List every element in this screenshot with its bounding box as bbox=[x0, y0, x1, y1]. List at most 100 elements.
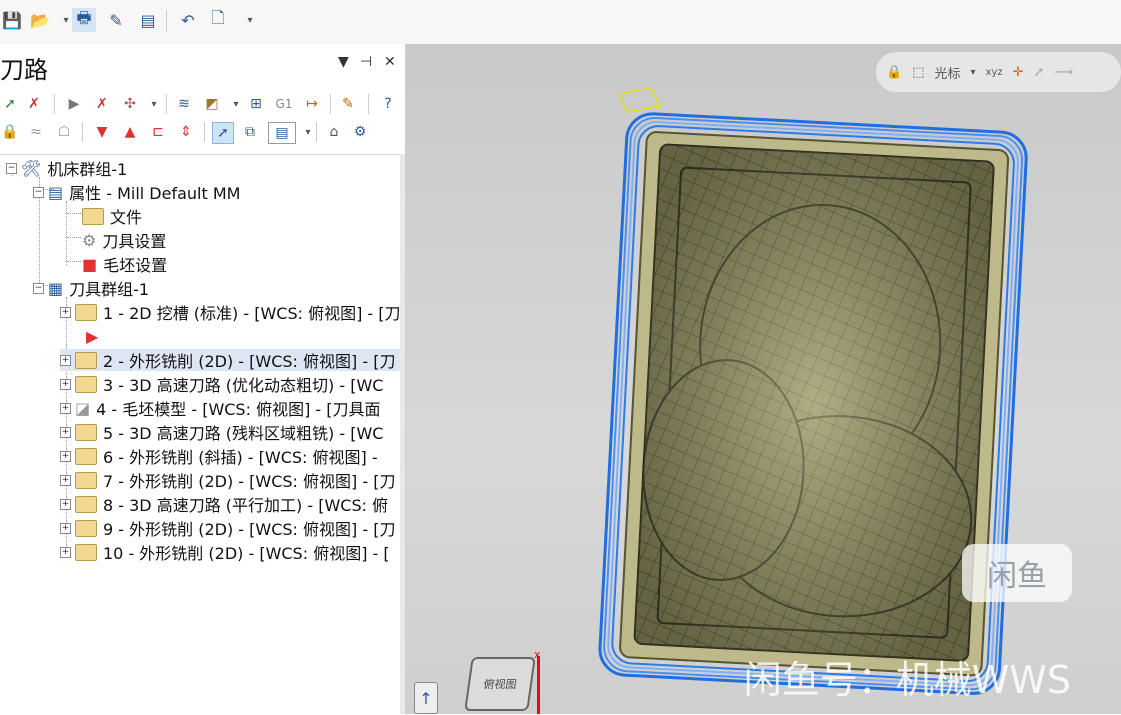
wave-icon[interactable]: ≈ bbox=[26, 122, 46, 142]
tree-item-properties[interactable]: − ▤ 属性 - Mill Default MM bbox=[33, 181, 240, 203]
tree-item-op-10[interactable]: + 10 - 外形铣削 (2D) - [WCS: 俯视图] - [ bbox=[60, 541, 390, 563]
regen-dirty-icon[interactable]: ✗ bbox=[92, 94, 112, 114]
tree-item-machine-group[interactable]: − 🛠 机床群组-1 bbox=[6, 157, 127, 179]
move-icon[interactable]: ✣ bbox=[120, 94, 140, 114]
xyz-icon[interactable]: xyz bbox=[986, 67, 1003, 78]
collapse-icon[interactable]: − bbox=[33, 282, 44, 294]
help-icon[interactable]: ? bbox=[378, 94, 398, 114]
close-icon[interactable]: ✕ bbox=[384, 54, 396, 70]
cursor-label[interactable]: 光标 bbox=[934, 63, 960, 82]
select-chain-icon[interactable]: ⟿ bbox=[1054, 65, 1073, 80]
properties-icon: ▤ bbox=[48, 182, 64, 202]
tree-item-label: 刀具群组-1 bbox=[69, 280, 150, 299]
chevron-down-icon[interactable]: ▾ bbox=[226, 94, 246, 114]
display-icon[interactable]: ⌂ bbox=[324, 122, 344, 142]
point-add-icon[interactable]: ✛ bbox=[1013, 65, 1024, 80]
folder-icon bbox=[75, 303, 97, 321]
folder-icon bbox=[75, 375, 97, 393]
expand-icon[interactable]: + bbox=[60, 306, 71, 318]
print-icon[interactable]: 🖶 bbox=[72, 8, 96, 32]
insert-icon[interactable]: ⊏ bbox=[148, 122, 168, 142]
insert-arrow[interactable]: ▶ bbox=[86, 325, 98, 347]
ghost-icon[interactable]: ☖ bbox=[54, 122, 74, 142]
save-icon[interactable]: 💾 bbox=[0, 8, 24, 32]
tree-item-op-8[interactable]: + 8 - 3D 高速刀路 (平行加工) - [WCS: 俯 bbox=[60, 493, 388, 515]
collapse-icon[interactable]: − bbox=[6, 162, 17, 174]
folder-checked-icon bbox=[75, 351, 97, 369]
tree-item-tool-settings[interactable]: ⚙ 刀具设置 bbox=[82, 229, 166, 252]
tree-item-label: 10 - 外形铣削 (2D) - [WCS: 俯视图] - [ bbox=[103, 544, 390, 563]
expand-icon[interactable]: + bbox=[60, 450, 71, 462]
tree-item-op-2[interactable]: + 2 - 外形铣削 (2D) - [WCS: 俯视图] - [刀 bbox=[60, 349, 400, 371]
cursor-icon[interactable]: ⬚ bbox=[912, 65, 924, 80]
chevron-down-icon[interactable]: ▾ bbox=[144, 94, 164, 114]
tree-item-tool-group[interactable]: − ▦ 刀具群组-1 bbox=[33, 277, 149, 299]
move-up-icon[interactable]: ▲ bbox=[120, 122, 140, 142]
graphics-viewport[interactable]: 🔒 ⬚ 光标 ▾ xyz ✛ ➚ ⟿ 闲鱼 闲鱼号：机械WWS ↑ 俯视图 x bbox=[406, 44, 1121, 714]
chevron-down-icon[interactable]: ▾ bbox=[298, 122, 318, 142]
tree-item-op-5[interactable]: + 5 - 3D 高速刀路 (残料区域粗铣) - [WC bbox=[60, 421, 383, 443]
display-options-icon[interactable]: ▤ bbox=[268, 122, 296, 144]
panel-title: 刀路 bbox=[0, 56, 48, 84]
lock-icon[interactable]: 🔒 bbox=[886, 65, 902, 80]
tree-item-label: 9 - 外形铣削 (2D) - [WCS: 俯视图] - [刀 bbox=[103, 520, 396, 539]
chevron-down-icon[interactable]: ▾ bbox=[971, 67, 976, 78]
tree-item-files[interactable]: 文件 bbox=[82, 205, 142, 227]
open-folder-icon[interactable]: 📂 bbox=[28, 8, 52, 32]
cursor-select-icon[interactable]: ➚ bbox=[212, 122, 234, 144]
view-cube[interactable]: 俯视图 bbox=[464, 657, 536, 711]
select-all-icon[interactable]: ➚ bbox=[0, 94, 20, 114]
pin-icon[interactable]: ⊣ bbox=[360, 54, 372, 70]
tree-item-op-7[interactable]: + 7 - 外形铣削 (2D) - [WCS: 俯视图] - [刀 bbox=[60, 469, 395, 491]
move-down-icon[interactable]: ▼ bbox=[92, 122, 112, 142]
expand-icon[interactable]: + bbox=[60, 402, 71, 414]
tree-item-op-6[interactable]: + 6 - 外形铣削 (斜插) - [WCS: 俯视图] - bbox=[60, 445, 378, 467]
swap-icon[interactable]: ⇕ bbox=[176, 122, 196, 142]
panel-toolbar-row-1: ➚ ✗ ▶ ✗ ✣ ▾ ≋ ◩ ▾ ⊞ G1 ↦ ✎ ? bbox=[0, 92, 405, 116]
tree-item-op-3[interactable]: + 3 - 3D 高速刀路 (优化动态粗切) - [WC bbox=[60, 373, 383, 395]
backplot-icon[interactable]: ≋ bbox=[174, 94, 194, 114]
tree-item-op-1[interactable]: + 1 - 2D 挖槽 (标准) - [WCS: 俯视图] - [刀 bbox=[60, 301, 400, 323]
tree-item-label: 毛坯设置 bbox=[103, 256, 168, 275]
folder-icon bbox=[75, 519, 97, 537]
edit-icon[interactable]: ✎ bbox=[104, 8, 128, 32]
regenerate-icon[interactable]: ▶ bbox=[64, 94, 84, 114]
expand-icon[interactable]: + bbox=[60, 498, 71, 510]
tree-item-op-9[interactable]: + 9 - 外形铣削 (2D) - [WCS: 俯视图] - [刀 bbox=[60, 517, 395, 539]
tree-item-op-4[interactable]: + ◪ 4 - 毛坯模型 - [WCS: 俯视图] - [刀具面 bbox=[60, 397, 381, 419]
g1-icon[interactable]: G1 bbox=[274, 94, 294, 114]
simulate-icon[interactable]: ⊞ bbox=[246, 94, 266, 114]
deselect-icon[interactable]: ✗ bbox=[24, 94, 44, 114]
tree-item-label: 文件 bbox=[110, 208, 143, 227]
quick-access-toolbar: 💾 📂 ▾ 🖶 ✎ ▤ ↶ 🗋 ▾ bbox=[0, 0, 1121, 45]
tree-item-label: 1 - 2D 挖槽 (标准) - [WCS: 俯视图] - [刀 bbox=[103, 304, 400, 323]
expand-icon[interactable]: + bbox=[60, 426, 71, 438]
stock-model-icon: ◪ bbox=[75, 398, 91, 418]
new-file-icon[interactable]: 🗋 bbox=[206, 8, 230, 32]
post-icon[interactable]: ↦ bbox=[302, 94, 322, 114]
undo-icon[interactable]: ↶ bbox=[176, 8, 200, 32]
verify-icon[interactable]: ◩ bbox=[202, 94, 222, 114]
x-axis bbox=[537, 656, 540, 714]
expand-icon[interactable]: + bbox=[60, 474, 71, 486]
expand-icon[interactable]: + bbox=[60, 546, 71, 558]
expand-icon[interactable]: + bbox=[60, 354, 71, 366]
arrow-up-icon[interactable]: ↑ bbox=[414, 682, 438, 714]
folder-icon bbox=[75, 447, 97, 465]
expand-icon[interactable]: + bbox=[60, 378, 71, 390]
tree-item-label: 4 - 毛坯模型 - [WCS: 俯视图] - [刀具面 bbox=[96, 400, 381, 419]
x-axis-label: x bbox=[534, 648, 541, 661]
book-icon[interactable]: ▤ bbox=[136, 8, 160, 32]
more-icon[interactable]: ▾ bbox=[238, 8, 262, 32]
panel-dropdown-icon[interactable]: ▼ bbox=[338, 54, 349, 70]
wand-icon[interactable]: ✎ bbox=[338, 94, 358, 114]
tree-item-stock-settings[interactable]: ■ 毛坯设置 bbox=[82, 253, 168, 276]
expand-icon[interactable]: + bbox=[60, 522, 71, 534]
tree-scrollbar[interactable] bbox=[400, 154, 405, 714]
folder-icon bbox=[75, 543, 97, 561]
settings-icon[interactable]: ⚙ bbox=[350, 122, 370, 142]
lock-icon[interactable]: 🔒 bbox=[0, 122, 20, 142]
select-arrow-icon[interactable]: ➚ bbox=[1034, 65, 1045, 80]
collapse-icon[interactable]: − bbox=[33, 186, 44, 198]
window-select-icon[interactable]: ⧉ bbox=[240, 122, 260, 142]
